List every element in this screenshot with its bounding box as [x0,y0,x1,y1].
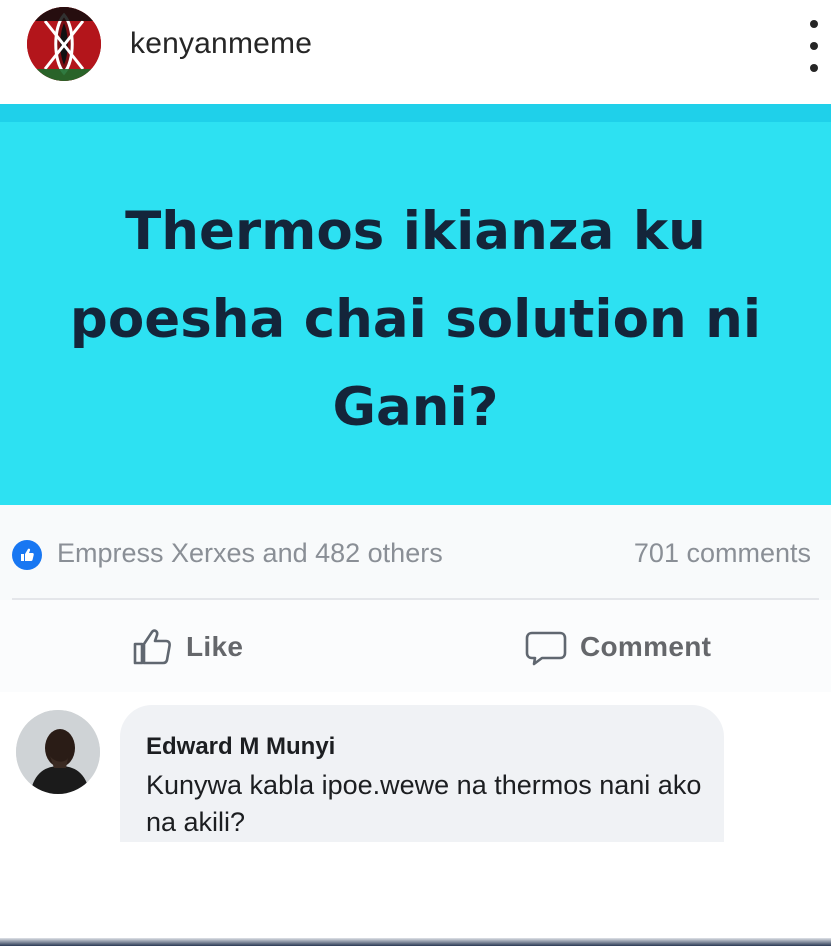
person-avatar-icon [16,710,100,794]
thumbs-up-icon [21,548,34,561]
like-button[interactable]: Like [130,627,243,667]
commenter-avatar[interactable] [16,710,100,794]
like-label: Like [186,631,244,662]
more-dot [810,64,818,72]
username[interactable]: kenyanmeme [130,27,312,61]
profile-avatar[interactable] [27,7,101,81]
comment-button[interactable]: Comment [524,627,711,667]
comments-count[interactable]: 701 comments [634,538,811,569]
bottom-edge [0,938,831,946]
thumbs-up-outline-icon [133,629,171,665]
comment-text: Kunywa kabla ipoe.wewe na thermos nani a… [146,770,702,837]
like-reaction-icon [12,540,42,570]
reactions-summary[interactable]: Empress Xerxes and 482 others [57,538,443,569]
comment-bubble-icon [525,631,567,666]
comment-label: Comment [580,631,712,662]
banner-text: Thermos ikianza ku poesha chai solution … [69,201,762,438]
instagram-post-header: kenyanmeme [0,0,831,104]
more-vertical-icon[interactable] [807,20,821,72]
kenya-shield-icon [27,7,101,81]
more-dot [810,20,818,28]
comment-author[interactable]: Edward M Munyi [146,733,335,761]
more-dot [810,42,818,50]
